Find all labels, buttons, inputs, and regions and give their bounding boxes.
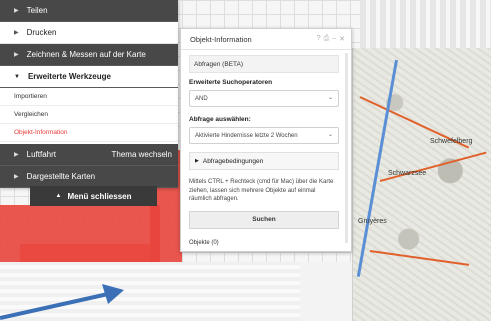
query-select[interactable]: Aktivierte Hindernisse letzte 2 Wochen ⌄ — [189, 127, 339, 144]
menu-item-aviation[interactable]: ▶ Luftfahrt Thema wechseln — [0, 144, 178, 166]
chevron-right-icon: ▶ — [14, 52, 19, 58]
chevron-down-icon: ▼ — [14, 73, 20, 80]
submenu-item-object-info[interactable]: Objekt-Information — [0, 124, 178, 142]
dialog-title: Objekt-Information — [190, 34, 252, 44]
dialog-description: Mittels CTRL + Rechteck (cmd für Mac) üb… — [189, 179, 334, 202]
tab-queries[interactable]: Abfragen (BETA) — [189, 55, 339, 73]
query-label: Abfrage auswählen: — [189, 116, 251, 123]
menu-item-label: Luftfahrt — [26, 150, 56, 159]
print-icon[interactable]: ⎙ — [324, 35, 330, 43]
menu-item-label: Erweiterte Werkzeuge — [27, 72, 111, 81]
menu-item-label: Teilen — [26, 6, 48, 15]
chevron-right-icon: ▶ — [14, 152, 19, 158]
menu-item-displayed-maps[interactable]: ▶ Dargestellte Karten — [0, 166, 178, 188]
dialog-scrollbar[interactable] — [345, 53, 348, 243]
chevron-right-icon: ▶ — [14, 30, 19, 36]
chevron-right-icon: ▶ — [195, 158, 199, 164]
obstacle-area — [20, 244, 160, 262]
dialog-body: Abfragen (BETA) Erweiterte Suchoperatore… — [181, 50, 351, 229]
close-menu-button[interactable]: ▲ Menü schliessen — [30, 186, 157, 206]
help-icon[interactable]: ? — [317, 35, 321, 43]
menu-item-label: Dargestellte Karten — [26, 172, 96, 181]
pointer-arrow-icon — [0, 284, 124, 320]
map-label: Gruyères — [358, 218, 387, 225]
chevron-right-icon: ▶ — [14, 174, 19, 180]
chevron-up-icon: ▲ — [55, 193, 62, 199]
conditions-toggle[interactable]: ▶ Abfragebedingungen — [189, 152, 339, 170]
menu-item-draw-measure[interactable]: ▶ Zeichnen & Messen auf der Karte — [0, 44, 178, 66]
operators-value: AND — [195, 95, 208, 102]
objects-count[interactable]: Objekte (0) — [189, 240, 219, 246]
map-label: Schwarzsee — [388, 170, 427, 177]
submenu-item-compare[interactable]: Vergleichen — [0, 106, 178, 124]
dialog-controls: ? ⎙ – ✕ — [317, 35, 345, 43]
map-label: Schwefelberg — [430, 138, 473, 145]
query-value: Aktivierte Hindernisse letzte 2 Wochen — [195, 132, 298, 139]
menu-item-share[interactable]: ▶ Teilen — [0, 0, 178, 22]
close-icon[interactable]: ✕ — [339, 35, 345, 43]
change-theme-link[interactable]: Thema wechseln — [112, 150, 172, 159]
chevron-down-icon: ⌄ — [327, 95, 333, 101]
menu-item-label: Drucken — [26, 28, 57, 37]
menu-item-label: Zeichnen & Messen auf der Karte — [26, 50, 146, 59]
dialog-header: Objekt-Information ? ⎙ – ✕ — [181, 29, 351, 50]
minimize-icon[interactable]: – — [332, 35, 336, 43]
menu-item-print[interactable]: ▶ Drucken — [0, 22, 178, 44]
menu-item-advanced-tools[interactable]: ▼ Erweiterte Werkzeuge — [0, 66, 178, 88]
submenu-item-import[interactable]: Importieren — [0, 88, 178, 106]
conditions-label: Abfragebedingungen — [202, 157, 264, 165]
chevron-down-icon: ⌄ — [327, 132, 333, 138]
operators-label: Erweiterte Suchoperatoren — [189, 79, 273, 86]
map-edge — [360, 0, 491, 48]
tools-panel: ▶ Teilen ▶ Drucken ▶ Zeichnen & Messen a… — [0, 0, 178, 188]
search-button[interactable]: Suchen — [189, 210, 339, 229]
object-info-dialog: Objekt-Information ? ⎙ – ✕ Abfragen (BET… — [180, 28, 352, 252]
operators-select[interactable]: AND ⌄ — [189, 90, 339, 107]
chevron-right-icon: ▶ — [14, 8, 19, 14]
close-menu-label: Menü schliessen — [67, 191, 132, 201]
